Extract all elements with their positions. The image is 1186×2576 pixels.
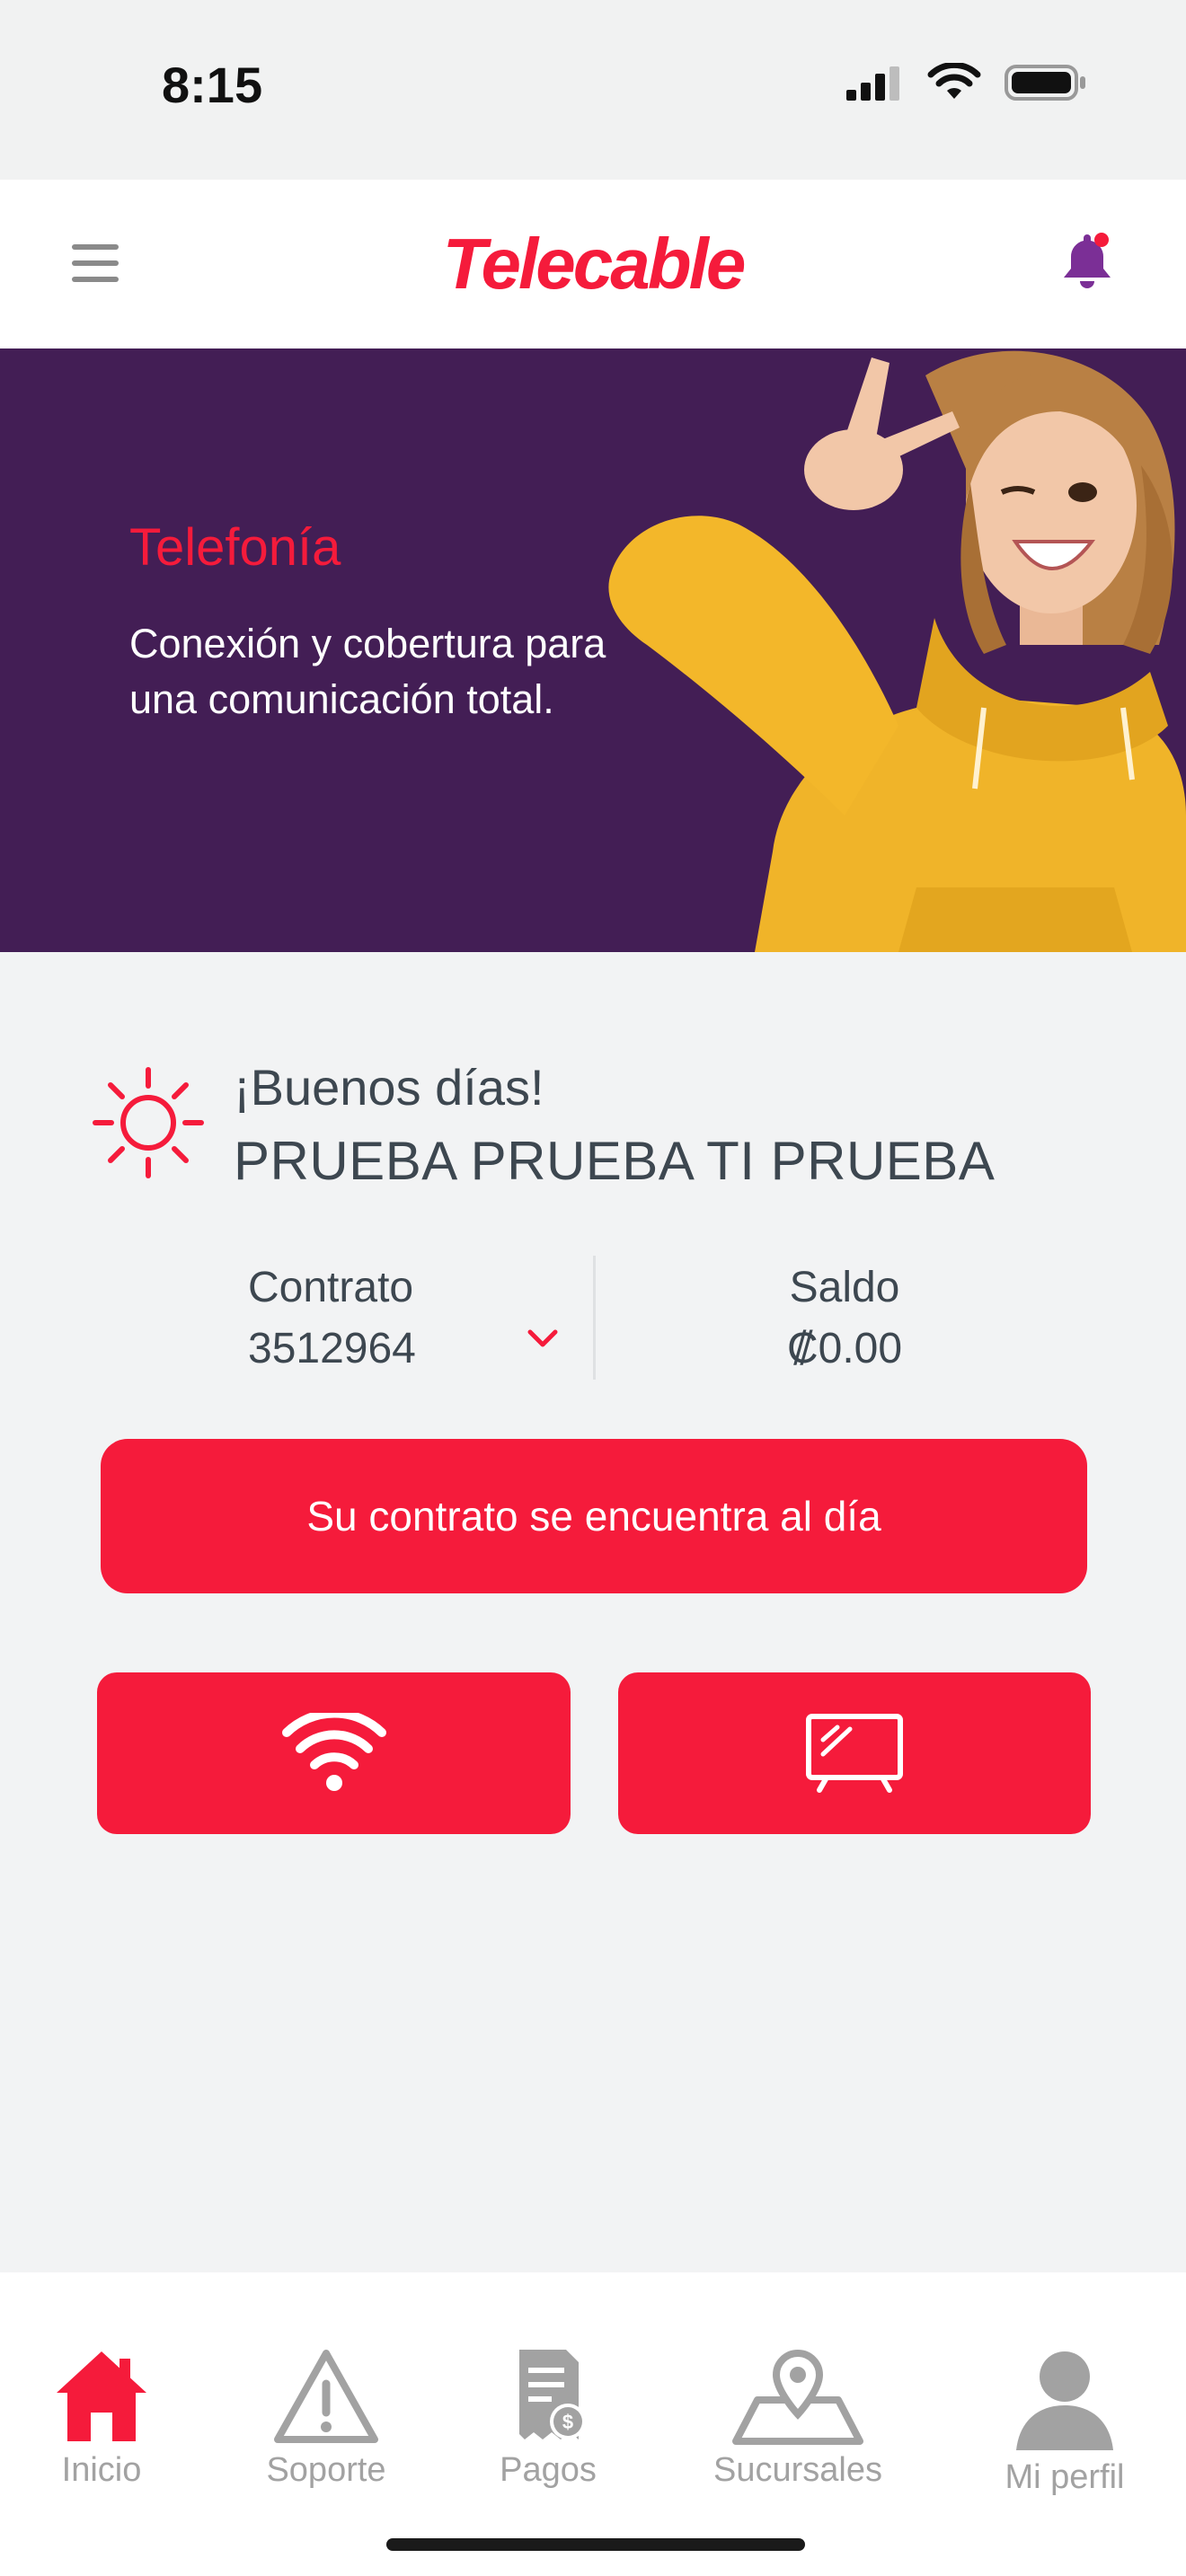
chevron-down-icon[interactable]	[527, 1328, 559, 1349]
status-time: 8:15	[162, 57, 263, 113]
balance-label: Saldo	[789, 1264, 900, 1311]
map-pin-icon	[732, 2349, 863, 2445]
banner-photo	[608, 350, 1186, 952]
contract-label: Contrato	[248, 1264, 414, 1311]
nav-label-mi-perfil: Mi perfil	[1005, 2458, 1125, 2496]
account-divider	[593, 1256, 596, 1380]
nav-item-sucursales[interactable]: Sucursales	[699, 2346, 897, 2490]
bell-icon[interactable]	[1060, 229, 1114, 294]
balance-value: ₡0.00	[786, 1325, 903, 1372]
receipt-icon: $	[519, 2350, 586, 2439]
greeting-text: ¡Buenos días!	[234, 1059, 544, 1116]
home-indicator	[386, 2538, 805, 2551]
contract-status-button[interactable]: Su contrato se encuentra al día	[101, 1439, 1087, 1593]
balance-block: Saldo ₡0.00	[746, 1257, 943, 1380]
svg-text:$: $	[562, 2411, 573, 2433]
banner-title: Telefonía	[129, 518, 341, 577]
nav-item-inicio[interactable]: Inicio	[43, 2346, 160, 2490]
nav-label-soporte: Soporte	[266, 2451, 386, 2489]
battery-icon	[1005, 65, 1085, 101]
contract-number: 3512964	[248, 1325, 416, 1372]
hamburger-menu-icon[interactable]	[72, 244, 119, 282]
cellular-signal-icon	[846, 66, 899, 101]
home-icon	[57, 2351, 146, 2441]
wifi-icon	[927, 63, 981, 99]
nav-item-mi-perfil[interactable]: Mi perfil	[988, 2346, 1141, 2497]
brand-logo: Telecable	[442, 224, 747, 304]
nav-label-sucursales: Sucursales	[713, 2451, 882, 2489]
nav-item-pagos[interactable]: $ Pagos	[485, 2346, 611, 2490]
nav-label-inicio: Inicio	[61, 2451, 142, 2489]
status-icons	[845, 63, 1087, 102]
sun-icon	[93, 1067, 204, 1178]
user-name: PRUEBA PRUEBA TI PRUEBA	[234, 1131, 996, 1191]
tv-service-button[interactable]	[618, 1672, 1091, 1834]
contract-selector[interactable]: Contrato 3512964	[248, 1257, 416, 1380]
user-icon	[1016, 2351, 1113, 2450]
warning-icon	[274, 2350, 378, 2443]
internet-service-button[interactable]	[97, 1672, 571, 1834]
promo-banner[interactable]: Telefonía Conexión y cobertura para una …	[0, 348, 1186, 952]
banner-text: Conexión y cobertura para una comunicaci…	[129, 621, 606, 722]
nav-item-soporte[interactable]: Soporte	[250, 2346, 403, 2490]
tv-icon	[806, 1714, 903, 1793]
nav-label-pagos: Pagos	[500, 2451, 597, 2489]
wifi-icon	[281, 1713, 386, 1791]
